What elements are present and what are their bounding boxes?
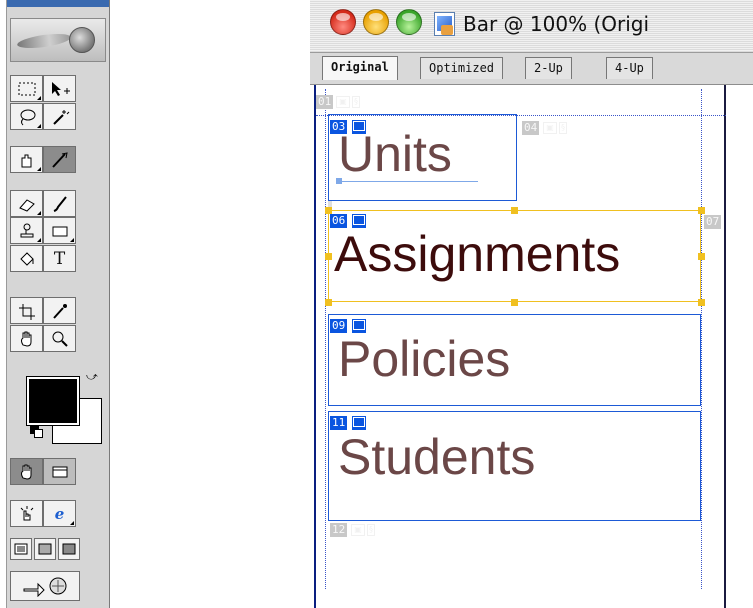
show-slices-icon[interactable] [43,458,76,485]
eyedropper-tool-icon[interactable] [43,297,76,324]
text-baseline [338,181,478,182]
marquee-tool-icon[interactable] [10,75,43,102]
image-canvas[interactable]: 01 ▣ § 03 Units 04 ▣ § 06 Assignments 07 [310,85,753,608]
image-slice-icon: ▣ [543,122,557,134]
eraser-tool-icon[interactable] [10,190,43,217]
policies-label: Policies [338,331,511,387]
hand-tool-icon[interactable] [10,325,43,352]
resize-handle[interactable] [325,207,332,214]
resize-handle[interactable] [698,299,705,306]
resize-handle[interactable] [325,299,332,306]
resize-handle[interactable] [511,299,518,306]
view-tabs: Original Optimized 2-Up 4-Up [310,53,753,85]
full-screen-mode-icon[interactable] [58,538,80,560]
stamp-tool-icon[interactable] [10,217,43,244]
palette-title-bar[interactable] [7,0,109,7]
preview-browser-icon[interactable]: e [43,500,76,527]
baseline-handle [336,178,342,184]
slice-number-12: 12 [330,523,348,537]
assignments-label: Assignments [334,226,621,282]
lasso-tool-icon[interactable] [10,103,43,130]
slice-number-07: 07 [704,215,722,229]
type-tool-letter: T [53,248,66,269]
jump-to-imageready-icon[interactable] [10,571,80,601]
magic-wand-tool-icon[interactable] [43,103,76,130]
zoom-window-button[interactable] [396,9,422,35]
move-tool-icon[interactable] [43,75,76,102]
swap-colors-icon[interactable]: ⤻ [86,370,98,384]
tab-2-up[interactable]: 2-Up [525,57,572,79]
units-label: Units [338,126,452,182]
slice-divider [325,89,326,589]
slice-select-tool-icon[interactable] [43,146,76,173]
slice-tool-icon[interactable] [10,146,43,173]
slice-number-04: 04 [522,121,540,135]
eye-icon [69,27,95,53]
default-colors-icon[interactable] [30,425,43,438]
preview-rollover-icon[interactable] [10,500,43,527]
image-slice-icon: ▣ [351,524,365,536]
resize-handle[interactable] [698,207,705,214]
tab-4-up[interactable]: 4-Up [606,57,653,79]
palette-logo [10,18,106,62]
brush-tool-icon[interactable] [43,190,76,217]
type-tool-icon[interactable]: T [43,245,76,272]
zoom-tool-icon[interactable] [43,325,76,352]
rectangle-tool-icon[interactable] [43,217,76,244]
tab-optimized[interactable]: Optimized [420,57,504,79]
vertical-scrollbar[interactable] [729,85,753,608]
feather-icon [16,31,72,51]
window-title: Bar @ 100% (Origi [463,12,650,36]
link-slice-icon: § [352,96,360,108]
document-proxy-icon[interactable] [434,12,455,36]
image-slice-icon: ▣ [336,96,350,108]
standard-screen-mode-icon[interactable] [10,538,32,560]
minimize-window-button[interactable] [363,9,389,35]
slice-number-01: 01 [316,95,334,109]
foreground-color-swatch[interactable] [26,376,80,426]
full-screen-menu-mode-icon[interactable] [34,538,56,560]
tab-original[interactable]: Original [322,56,398,80]
close-window-button[interactable] [330,9,356,35]
hide-slices-icon[interactable] [10,458,43,485]
resize-handle[interactable] [325,253,332,260]
window-title-bar[interactable]: Bar @ 100% (Origi [310,0,753,53]
resize-handle[interactable] [698,253,705,260]
crop-tool-icon[interactable] [10,297,43,324]
link-slice-icon: § [367,524,375,536]
students-label: Students [338,429,536,485]
paint-bucket-tool-icon[interactable] [10,245,43,272]
slice-divider [701,89,702,589]
resize-handle[interactable] [511,207,518,214]
document-window: Bar @ 100% (Origi Original Optimized 2-U… [310,0,753,608]
tools-palette: T ⤻ e [6,0,110,608]
link-slice-icon: § [559,122,567,134]
